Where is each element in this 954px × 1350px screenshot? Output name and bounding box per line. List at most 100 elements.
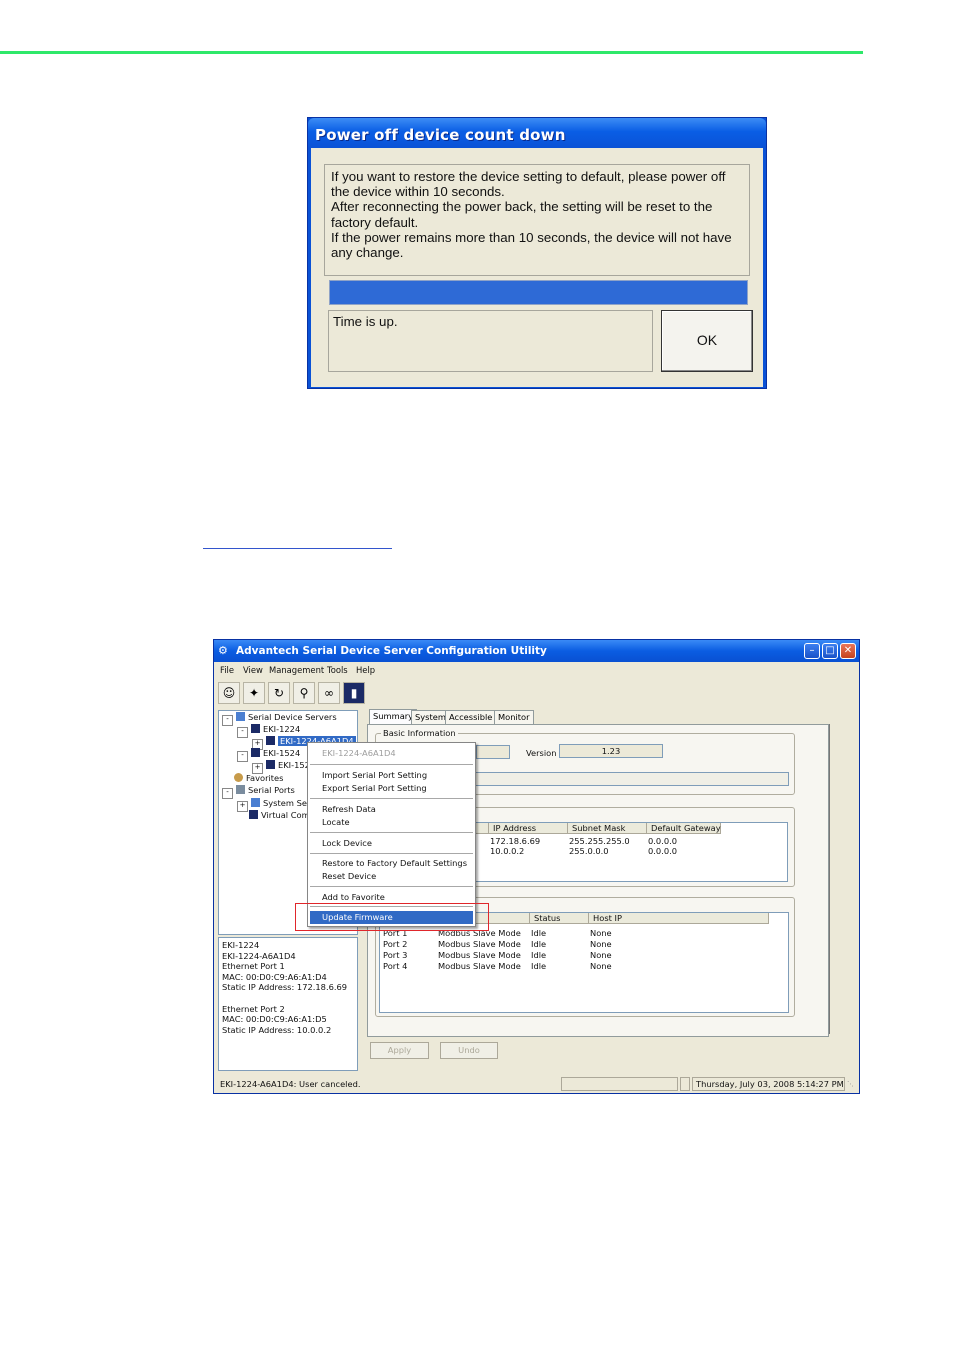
resize-grip-icon[interactable]: ⋱ bbox=[847, 1080, 854, 1088]
menu-item-reset[interactable]: Reset Device bbox=[322, 871, 376, 881]
ports-header-hostip: Host IP bbox=[589, 913, 769, 924]
menu-separator bbox=[310, 886, 473, 887]
ok-button[interactable]: OK bbox=[661, 310, 753, 372]
search-icon[interactable]: ⚲ bbox=[293, 682, 315, 704]
refresh-icon[interactable]: ↻ bbox=[268, 682, 290, 704]
app-icon: ⚙ bbox=[218, 644, 228, 657]
port-cell: Modbus Slave Mode bbox=[438, 961, 521, 971]
network-cell: 0.0.0.0 bbox=[648, 846, 678, 856]
port-cell: Idle bbox=[531, 950, 547, 960]
window-titlebar: ⚙ Advantech Serial Device Server Configu… bbox=[214, 640, 859, 662]
menu-separator bbox=[310, 764, 473, 765]
message-line: If you want to restore the device settin… bbox=[331, 169, 726, 184]
menu-item-refresh[interactable]: Refresh Data bbox=[322, 804, 376, 814]
network-cell: 10.0.0.2 bbox=[490, 846, 525, 856]
menu-view[interactable]: View bbox=[243, 665, 263, 675]
hyperlink-underline[interactable] bbox=[203, 548, 392, 549]
tree-item-favorites[interactable]: Favorites bbox=[234, 773, 283, 783]
menu-management[interactable]: Management bbox=[269, 665, 324, 675]
countdown-progress-bar bbox=[329, 280, 748, 305]
server-icon bbox=[236, 712, 245, 721]
dialog-status: Time is up. bbox=[328, 310, 653, 372]
info-line: Ethernet Port 1 bbox=[222, 961, 285, 972]
panel-divider bbox=[829, 724, 830, 1034]
message-line: any change. bbox=[331, 245, 404, 261]
port-cell: Port 4 bbox=[383, 961, 408, 971]
port-icon bbox=[251, 798, 260, 807]
menu-item-export[interactable]: Export Serial Port Setting bbox=[322, 783, 427, 793]
port-cell: None bbox=[590, 939, 612, 949]
favorites-icon bbox=[234, 773, 243, 782]
tab-accessible[interactable]: Accessible bbox=[445, 710, 497, 724]
menu-bar: File View Management Tools Help bbox=[214, 662, 859, 678]
dialog-message: If you want to restore the device settin… bbox=[324, 164, 750, 276]
info-line: Ethernet Port 2 bbox=[222, 1003, 285, 1014]
status-datetime: Thursday, July 03, 2008 5:14:27 PM bbox=[692, 1077, 845, 1091]
info-line: EKI-1224-A6A1D4 bbox=[222, 950, 296, 961]
users-icon[interactable]: ☺ bbox=[218, 682, 240, 704]
device-icon bbox=[249, 810, 258, 819]
maximize-button[interactable]: □ bbox=[822, 643, 838, 659]
tree-item-serial-ports[interactable]: - Serial Ports bbox=[222, 785, 295, 799]
tree-item-virtual-com[interactable]: Virtual Com bbox=[249, 810, 310, 820]
minimize-button[interactable]: – bbox=[804, 643, 820, 659]
window-title: Advantech Serial Device Server Configura… bbox=[236, 645, 547, 657]
message-line: factory default. bbox=[331, 214, 419, 230]
menu-item-favorite[interactable]: Add to Favorite bbox=[322, 892, 385, 902]
callout-highlight-box bbox=[295, 903, 489, 931]
menu-separator bbox=[310, 853, 473, 854]
info-line bbox=[222, 993, 354, 1004]
port-cell: None bbox=[590, 961, 612, 971]
port-cell: Modbus Slave Mode bbox=[438, 950, 521, 960]
menu-help[interactable]: Help bbox=[356, 665, 375, 675]
info-line: Static IP Address: 10.0.0.2 bbox=[222, 1024, 332, 1035]
info-line: EKI-1224 bbox=[222, 940, 260, 950]
dialog-title: Power off device count down bbox=[315, 126, 566, 144]
network-header-gateway: Default Gateway bbox=[647, 823, 721, 834]
menu-separator bbox=[310, 832, 473, 833]
status-bar: EKI-1224-A6A1D4: User canceled. Thursday… bbox=[214, 1076, 859, 1093]
network-cell: 0.0.0.0 bbox=[648, 836, 678, 846]
network-cell: 255.0.0.0 bbox=[569, 846, 609, 856]
close-button[interactable]: ✕ bbox=[840, 643, 856, 659]
version-label: Version bbox=[526, 748, 557, 758]
menu-item-import[interactable]: Import Serial Port Setting bbox=[322, 770, 427, 780]
menu-item-locate[interactable]: Locate bbox=[322, 817, 350, 827]
countdown-dialog: Power off device count down If you want … bbox=[307, 117, 767, 389]
group-label: Basic Information bbox=[381, 728, 458, 738]
port-cell: Port 2 bbox=[383, 939, 408, 949]
model-field bbox=[476, 745, 510, 759]
tab-monitor[interactable]: Monitor bbox=[494, 710, 534, 724]
menu-header: EKI-1224-A6A1D4 bbox=[322, 748, 396, 758]
device-icon bbox=[251, 724, 260, 733]
menu-tools[interactable]: Tools bbox=[327, 665, 348, 675]
message-line: If the power remains more than 10 second… bbox=[331, 229, 732, 245]
context-menu: EKI-1224-A6A1D4 Import Serial Port Setti… bbox=[307, 742, 476, 927]
network-cell: 172.18.6.69 bbox=[490, 836, 541, 846]
menu-separator bbox=[310, 798, 473, 799]
menu-file[interactable]: File bbox=[220, 665, 234, 675]
port-cell: Modbus Slave Mode bbox=[438, 939, 521, 949]
version-field: 1.23 bbox=[559, 744, 663, 758]
binoculars-icon[interactable]: ∞ bbox=[318, 682, 340, 704]
info-line: MAC: 00:D0:C9:A6:A1:D5 bbox=[222, 1014, 327, 1025]
port-cell: None bbox=[590, 928, 612, 938]
network-cell: 255.255.255.0 bbox=[569, 836, 630, 846]
tree-item-eki1524-child[interactable]: + EKI-152 bbox=[252, 760, 310, 774]
status-indicator bbox=[680, 1077, 690, 1091]
wand-icon[interactable]: ✦ bbox=[243, 682, 265, 704]
port-cell: Idle bbox=[531, 939, 547, 949]
undo-button[interactable]: Undo bbox=[440, 1042, 498, 1059]
menu-item-restore[interactable]: Restore to Factory Default Settings bbox=[322, 858, 467, 868]
apply-button[interactable]: Apply bbox=[370, 1042, 429, 1059]
device-icon bbox=[266, 736, 275, 745]
network-header-mask: Subnet Mask bbox=[568, 823, 647, 834]
device-icon[interactable]: ▮ bbox=[343, 682, 365, 704]
device-icon bbox=[251, 748, 260, 757]
message-line: After reconnecting the power back, the s… bbox=[331, 199, 713, 215]
device-info-pane: EKI-1224 EKI-1224-A6A1D4 Ethernet Port 1… bbox=[218, 937, 358, 1071]
status-text: EKI-1224-A6A1D4: User canceled. bbox=[220, 1079, 361, 1089]
tab-summary[interactable]: Summary bbox=[369, 709, 418, 724]
menu-item-lock[interactable]: Lock Device bbox=[322, 838, 372, 848]
info-line: Static IP Address: 172.18.6.69 bbox=[222, 982, 348, 993]
